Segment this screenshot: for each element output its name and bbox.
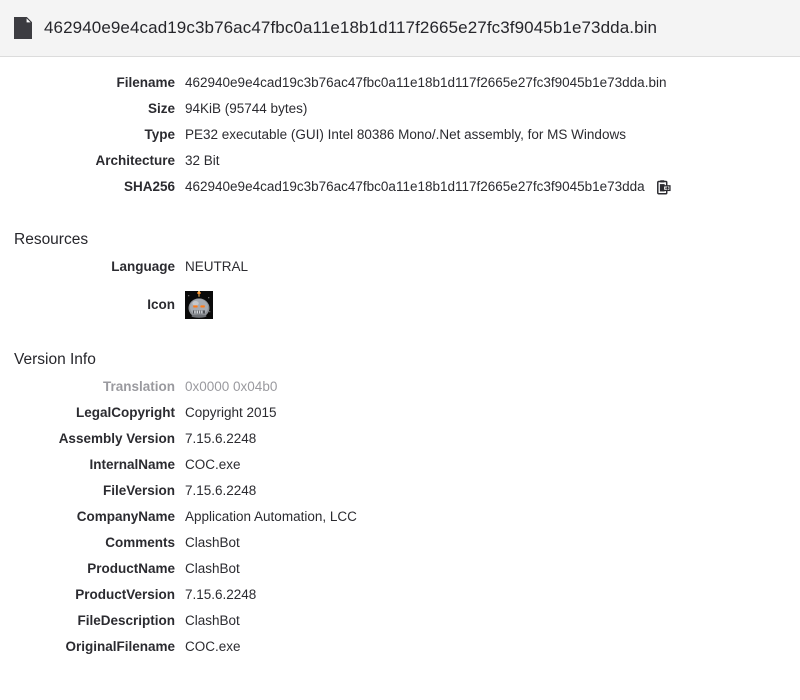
spacer-resources-heading <box>0 249 800 259</box>
row-value-sha256-wrapper: 462940e9e4cad19c3b76ac47fbc0a11e18b1d117… <box>175 179 671 195</box>
page-header: 462940e9e4cad19c3b76ac47fbc0a11e18b1d117… <box>0 0 800 57</box>
row-value-sha256: 462940e9e4cad19c3b76ac47fbc0a11e18b1d117… <box>185 179 645 194</box>
row-value-internalname: COC.exe <box>185 457 241 472</box>
row-productversion: ProductVersion 7.15.6.2248 <box>0 587 800 613</box>
row-filedescription: FileDescription ClashBot <box>0 613 800 639</box>
page-title: 462940e9e4cad19c3b76ac47fbc0a11e18b1d117… <box>44 18 658 37</box>
resources-rows: Language NEUTRAL Icon <box>0 259 800 325</box>
version-info-rows: Translation 0x0000 0x04b0 LegalCopyright… <box>0 379 800 665</box>
row-value-assembly-version: 7.15.6.2248 <box>185 431 257 446</box>
file-document-icon <box>14 17 32 39</box>
row-value-filedescription: ClashBot <box>185 613 240 628</box>
row-label-filename: Filename <box>116 75 175 90</box>
row-value-companyname: Application Automation, LCC <box>185 509 357 524</box>
row-label-architecture: Architecture <box>95 153 175 168</box>
row-label-assembly-version: Assembly Version <box>58 431 175 446</box>
version-info-heading: Version Info <box>14 351 96 368</box>
row-legalcopyright: LegalCopyright Copyright 2015 <box>0 405 800 431</box>
row-label-internalname: InternalName <box>89 457 175 472</box>
version-info-section: Version Info Translation 0x0000 0x04b0 L… <box>0 351 800 665</box>
resources-heading: Resources <box>14 231 89 248</box>
row-language: Language NEUTRAL <box>0 259 800 285</box>
clipboard-copy-icon[interactable] <box>656 180 671 195</box>
row-label-filedescription: FileDescription <box>77 613 175 628</box>
row-internalname: InternalName COC.exe <box>0 457 800 483</box>
row-label-type: Type <box>144 127 175 142</box>
spacer-version-heading <box>0 369 800 379</box>
row-sha256: SHA256 462940e9e4cad19c3b76ac47fbc0a11e1… <box>0 179 800 205</box>
details-content: Filename 462940e9e4cad19c3b76ac47fbc0a11… <box>0 57 800 665</box>
file-info-rows: Filename 462940e9e4cad19c3b76ac47fbc0a11… <box>0 75 800 205</box>
row-companyname: CompanyName Application Automation, LCC <box>0 509 800 535</box>
file-info-section: Filename 462940e9e4cad19c3b76ac47fbc0a11… <box>0 75 800 205</box>
resources-section: Resources Language NEUTRAL Icon <box>0 231 800 325</box>
row-value-productversion: 7.15.6.2248 <box>185 587 257 602</box>
row-value-architecture: 32 Bit <box>185 153 220 168</box>
row-type: Type PE32 executable (GUI) Intel 80386 M… <box>0 127 800 153</box>
row-value-fileversion: 7.15.6.2248 <box>185 483 257 498</box>
row-label-translation: Translation <box>102 379 175 394</box>
row-assembly-version: Assembly Version 7.15.6.2248 <box>0 431 800 457</box>
row-productname: ProductName ClashBot <box>0 561 800 587</box>
row-label-productversion: ProductVersion <box>75 587 175 602</box>
row-architecture: Architecture 32 Bit <box>0 153 800 179</box>
row-filename: Filename 462940e9e4cad19c3b76ac47fbc0a11… <box>0 75 800 101</box>
row-label-size: Size <box>147 101 175 116</box>
row-value-filename: 462940e9e4cad19c3b76ac47fbc0a11e18b1d117… <box>185 75 667 90</box>
row-label-productname: ProductName <box>87 561 175 576</box>
row-value-language: NEUTRAL <box>185 259 249 274</box>
row-value-productname: ClashBot <box>185 561 240 576</box>
row-label-companyname: CompanyName <box>76 509 175 524</box>
row-label-icon: Icon <box>147 296 175 312</box>
row-fileversion: FileVersion 7.15.6.2248 <box>0 483 800 509</box>
row-value-comments: ClashBot <box>185 535 240 550</box>
row-translation: Translation 0x0000 0x04b0 <box>0 379 800 405</box>
row-value-icon <box>175 291 213 319</box>
row-label-fileversion: FileVersion <box>102 483 175 498</box>
row-resource-icon: Icon <box>0 285 800 325</box>
spacer-before-version-info <box>0 325 800 351</box>
spacer-before-resources <box>0 205 800 231</box>
row-size: Size 94KiB (95744 bytes) <box>0 101 800 127</box>
row-label-language: Language <box>111 259 175 274</box>
row-label-legalcopyright: LegalCopyright <box>75 405 175 420</box>
spacer-top <box>0 57 800 75</box>
embedded-bomb-resource-icon <box>185 291 213 319</box>
row-value-legalcopyright: Copyright 2015 <box>185 405 277 420</box>
row-value-type: PE32 executable (GUI) Intel 80386 Mono/.… <box>185 127 626 142</box>
row-label-comments: Comments <box>105 535 175 550</box>
row-label-originalfilename: OriginalFilename <box>65 639 175 654</box>
row-value-translation: 0x0000 0x04b0 <box>185 379 278 394</box>
row-comments: Comments ClashBot <box>0 535 800 561</box>
row-label-sha256: SHA256 <box>123 179 175 194</box>
row-value-originalfilename: COC.exe <box>185 639 241 654</box>
row-originalfilename: OriginalFilename COC.exe <box>0 639 800 665</box>
row-value-size: 94KiB (95744 bytes) <box>185 101 308 116</box>
